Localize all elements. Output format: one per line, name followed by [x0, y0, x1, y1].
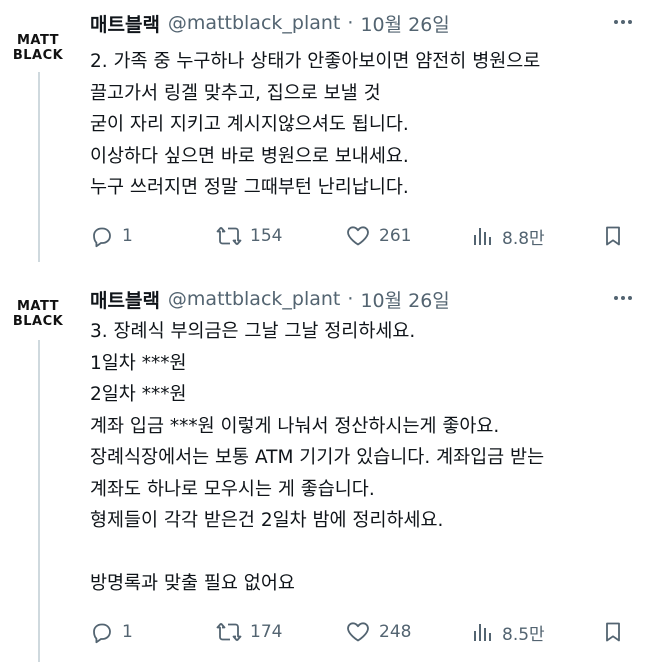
- tweet-actions: 1 174 248 8.5만: [90, 616, 635, 648]
- tweet-text: 3. 장례식 부의금은 그날 그날 정리하세요. 1일차 ***원 2일차 **…: [90, 316, 644, 600]
- tweet[interactable]: MATT BLACK 매트블랙 @mattblack_plant · 10월 2…: [0, 0, 660, 262]
- views-chart-icon: [474, 624, 491, 641]
- tweet-text-line: 2일차 ***원: [90, 384, 187, 405]
- like-button[interactable]: 248: [345, 616, 411, 648]
- like-count: 248: [379, 622, 412, 642]
- views-count: 8.8만: [502, 228, 545, 249]
- heart-icon: [347, 226, 369, 246]
- tweet-text: 2. 가족 중 누구하나 상태가 안좋아보이면 얌전히 병원으로 끌고가서 링겔…: [90, 46, 644, 204]
- reply-count: 1: [122, 226, 133, 246]
- tweet-text-line: 누구 쓰러지면 정말 그때부턴 난리납니다.: [90, 177, 409, 198]
- bookmark-button[interactable]: [602, 616, 624, 648]
- more-horizontal-icon[interactable]: [610, 288, 636, 308]
- tweet-date[interactable]: 10월 26일: [360, 286, 449, 313]
- tweet-header: 매트블랙 @mattblack_plant · 10월 26일: [90, 284, 636, 314]
- thread-line: [38, 72, 40, 262]
- bookmark-icon: [606, 622, 620, 642]
- bookmark-icon: [606, 226, 620, 246]
- tweet-date[interactable]: 10월 26일: [360, 10, 449, 37]
- views-button[interactable]: 8.8만: [472, 220, 545, 252]
- reply-count: 1: [122, 622, 133, 642]
- separator-dot: ·: [347, 288, 354, 310]
- tweet-text-line: 2. 가족 중 누구하나 상태가 안좋아보이면 얌전히 병원으로: [90, 51, 541, 72]
- views-button[interactable]: 8.5만: [472, 616, 545, 648]
- retweet-button[interactable]: 174: [216, 616, 282, 648]
- tweet-text-line: 형제들이 각각 받은건 2일차 밤에 정리하세요.: [90, 510, 444, 531]
- display-name[interactable]: 매트블랙: [90, 286, 160, 313]
- thread-line: [38, 340, 40, 662]
- tweet-text-line: 장례식장에서는 보통 ATM 기기가 있습니다. 계좌입금 받는: [90, 447, 545, 468]
- avatar[interactable]: MATT BLACK: [6, 290, 70, 338]
- display-name[interactable]: 매트블랙: [90, 10, 160, 37]
- like-count: 261: [379, 226, 412, 246]
- tweet[interactable]: MATT BLACK 매트블랙 @mattblack_plant · 10월 2…: [0, 276, 660, 662]
- reply-button[interactable]: 1: [90, 616, 133, 648]
- bookmark-button[interactable]: [602, 220, 624, 252]
- like-button[interactable]: 261: [345, 220, 411, 252]
- tweet-text-line: 계좌 입금 ***원 이렇게 나눠서 정산하시는게 좋아요.: [90, 415, 500, 437]
- avatar[interactable]: MATT BLACK: [6, 24, 70, 72]
- tweet-header: 매트블랙 @mattblack_plant · 10월 26일: [90, 8, 636, 38]
- avatar-text-line1: MATT: [16, 299, 60, 314]
- user-handle[interactable]: @mattblack_plant: [168, 12, 340, 34]
- more-horizontal-icon[interactable]: [610, 12, 636, 32]
- tweet-actions: 1 154 261 8.8만: [90, 220, 635, 252]
- retweet-icon: [216, 622, 242, 642]
- avatar-text-line1: MATT: [16, 33, 60, 48]
- retweet-count: 154: [250, 226, 283, 246]
- user-handle[interactable]: @mattblack_plant: [168, 288, 340, 310]
- retweet-count: 174: [250, 622, 283, 642]
- tweet-text-line: 3. 장례식 부의금은 그날 그날 정리하세요.: [90, 321, 416, 342]
- tweet-text-line: 굳이 자리 지키고 계시지않으셔도 됩니다.: [90, 114, 409, 135]
- retweet-icon: [216, 226, 242, 246]
- tweet-text-line: 끌고가서 링겔 맞추고, 집으로 보낼 것: [90, 82, 381, 104]
- heart-icon: [347, 622, 369, 642]
- tweet-text-line: 계좌도 하나로 모우시는 게 좋습니다.: [90, 478, 375, 500]
- avatar-text-line2: BLACK: [12, 314, 64, 329]
- retweet-button[interactable]: 154: [216, 220, 282, 252]
- tweet-text-line: 1일차 ***원: [90, 352, 187, 374]
- separator-dot: ·: [347, 12, 354, 34]
- views-count: 8.5만: [502, 624, 545, 645]
- tweet-text-line: 이상하다 싶으면 바로 병원으로 보내세요.: [90, 145, 409, 167]
- reply-icon: [93, 227, 111, 248]
- avatar-text-line2: BLACK: [12, 48, 64, 63]
- tweet-text-line: 방명록과 맞출 필요 없어요: [90, 573, 295, 594]
- reply-button[interactable]: 1: [90, 220, 133, 252]
- views-chart-icon: [474, 228, 491, 245]
- reply-icon: [93, 623, 111, 644]
